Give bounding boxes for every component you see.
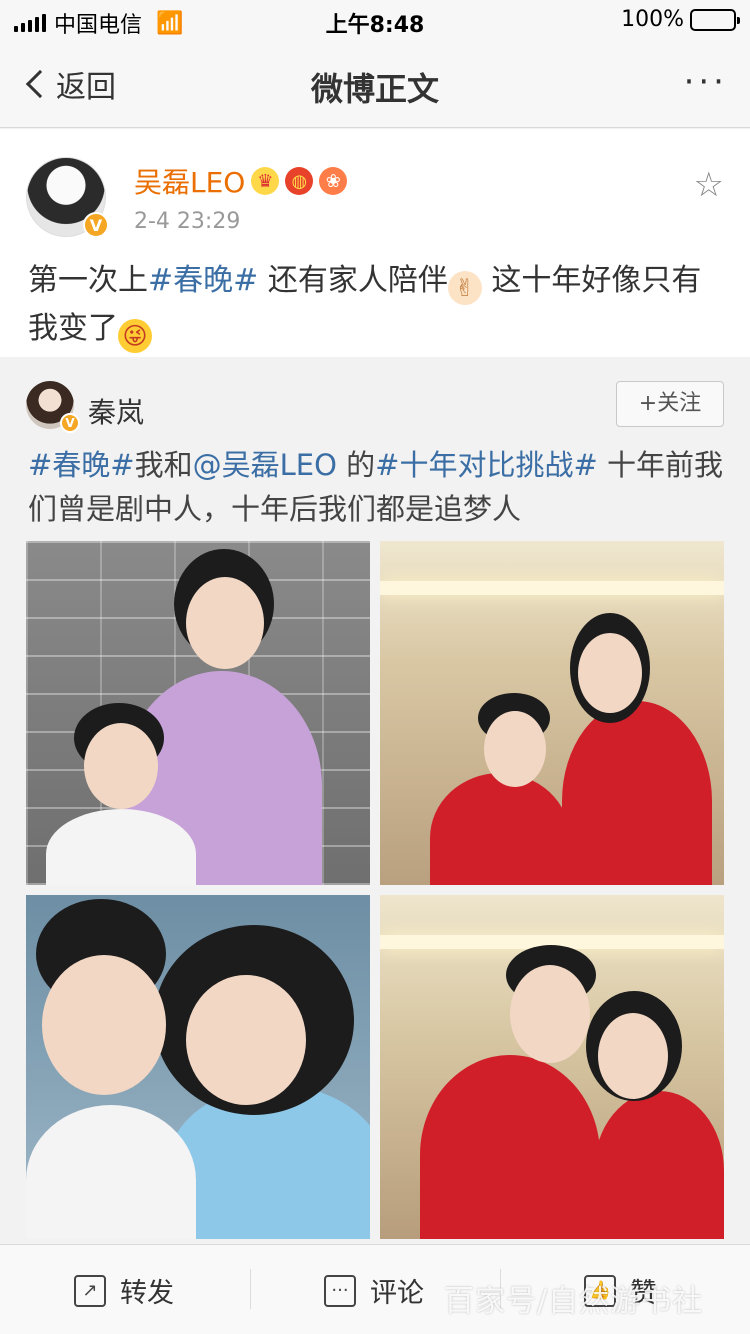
boy-shirt xyxy=(26,1105,196,1239)
verified-badge-icon: V xyxy=(60,413,80,433)
post-time: 2-4 23:29 xyxy=(134,209,241,234)
ceiling-light xyxy=(380,581,724,595)
boy-face xyxy=(42,955,166,1095)
follow-button[interactable]: +关注 xyxy=(616,381,724,427)
nav-bar: 返回 微博正文 ··· xyxy=(0,40,750,128)
woman-face xyxy=(186,577,264,669)
photo-1[interactable] xyxy=(26,541,370,885)
repost-text: #春晚#我和@吴磊LEO 的#十年对比挑战# 十年前我们曾是剧中人，十年后我们都… xyxy=(28,443,728,531)
man-face xyxy=(510,965,590,1063)
woman-red-jacket xyxy=(562,701,712,885)
reposted-post[interactable]: V 秦岚 +关注 #春晚#我和@吴磊LEO 的#十年对比挑战# 十年前我们曾是剧… xyxy=(0,357,750,1244)
divider xyxy=(250,1269,251,1309)
post-text: 第一次上#春晚# 还有家人陪伴 ✌ 这十年好像只有我变了 😜 xyxy=(28,257,728,353)
woman-face xyxy=(598,1013,668,1099)
boy-face xyxy=(84,723,158,809)
star-icon[interactable]: ☆ xyxy=(694,165,724,205)
man-red-jacket xyxy=(430,773,570,885)
lantern-badge-icon: ◍ xyxy=(285,167,314,195)
woman-face xyxy=(578,633,642,713)
repost-author-name[interactable]: 秦岚 xyxy=(88,391,144,431)
woman-face xyxy=(186,975,306,1105)
more-button[interactable]: ··· xyxy=(684,62,728,102)
photo-3[interactable] xyxy=(26,895,370,1239)
share-icon: ↗ xyxy=(74,1274,106,1307)
winking-tongue-emoji-icon: 😜 xyxy=(118,319,152,353)
author-avatar[interactable]: V xyxy=(26,157,109,238)
verified-badge-icon: V xyxy=(83,212,109,238)
repost-text-part: 我和 xyxy=(134,448,193,482)
repost-text-part: 的 xyxy=(336,448,376,482)
man-red-jacket xyxy=(420,1055,600,1239)
comment-label: 评论 xyxy=(370,1278,424,1309)
hashtag-link[interactable]: #春晚# xyxy=(28,448,135,482)
crown-badge-icon: ♛ xyxy=(251,167,280,195)
fire-badge-icon: ❀ xyxy=(319,167,348,195)
woman-red-jacket xyxy=(594,1091,724,1239)
victory-hand-emoji-icon: ✌ xyxy=(447,271,482,305)
comment-button[interactable]: ··· 评论 xyxy=(324,1271,424,1310)
man-face xyxy=(484,711,546,787)
hashtag-link[interactable]: #春晚# xyxy=(148,263,258,298)
battery-icon xyxy=(690,8,740,31)
comment-icon: ··· xyxy=(324,1274,356,1307)
hashtag-link[interactable]: #十年对比挑战# xyxy=(375,448,598,482)
photo-4[interactable] xyxy=(380,895,724,1239)
original-post: V 吴磊LEO ♛ ◍ ❀ 2-4 23:29 ☆ 第一次上#春晚# 还有家人陪… xyxy=(0,129,750,357)
watermark: 百家号/自然游书社 xyxy=(444,1284,704,1319)
repost-label: 转发 xyxy=(120,1278,174,1309)
mention-link[interactable]: @吴磊LEO xyxy=(193,448,337,482)
author-name-row: 吴磊LEO ♛ ◍ ❀ xyxy=(134,161,348,201)
page-title: 微博正文 xyxy=(310,70,439,108)
post-text-part: 第一次上 xyxy=(28,263,148,298)
post-text-part: 还有家人陪伴 xyxy=(258,263,448,298)
author-name[interactable]: 吴磊LEO xyxy=(134,161,245,201)
status-bar: 中国电信 📶 上午8:48 100% xyxy=(0,0,750,40)
battery-percent: 100% xyxy=(621,7,684,32)
photo-2[interactable] xyxy=(380,541,724,885)
repost-author-avatar[interactable]: V xyxy=(26,381,80,433)
photo-grid xyxy=(26,541,724,1239)
battery-info: 100% xyxy=(621,7,740,32)
repost-button[interactable]: ↗ 转发 xyxy=(74,1271,174,1310)
